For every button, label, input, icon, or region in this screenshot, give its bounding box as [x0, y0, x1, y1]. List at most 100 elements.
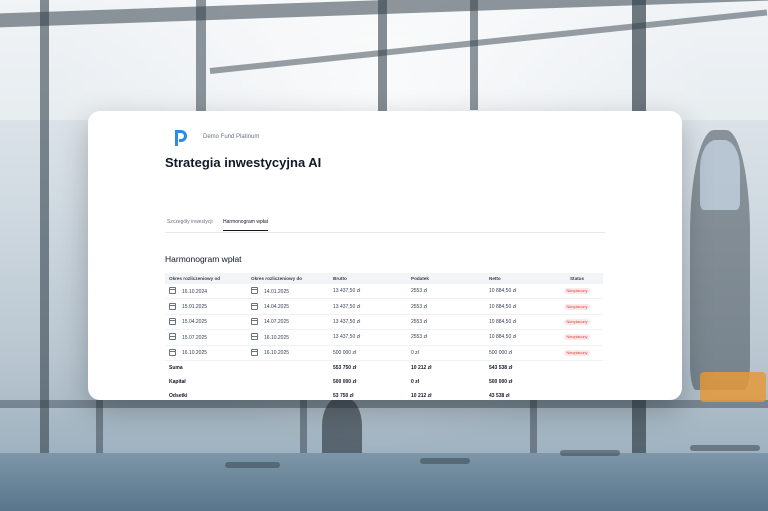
- period-from: 16.10.2025: [182, 350, 208, 357]
- summary-gross: 53 750 zł: [333, 392, 354, 399]
- period-to: 14.04.2025: [264, 303, 290, 310]
- column-header-tax[interactable]: Podatek: [407, 273, 485, 284]
- summary-gross: 553 750 zł: [333, 364, 357, 371]
- summary-tax: 10 212 zł: [411, 392, 432, 399]
- summary-empty: [551, 375, 603, 389]
- period-to-cell: 16.10.2025: [247, 329, 329, 346]
- column-header-from[interactable]: Okres rozliczeniowy od: [165, 273, 247, 284]
- section-title: Harmonogram wpłat: [165, 254, 242, 264]
- period-from: 15.07.2025: [182, 334, 208, 341]
- table-row[interactable]: 15.01.2025 14.04.2025 13 437,50 zł 2553 …: [165, 298, 603, 315]
- calendar-icon: [169, 317, 176, 325]
- period-from: 16.10.2024: [182, 288, 208, 295]
- status-cell: Nieopłacony: [551, 345, 603, 361]
- period-to-cell: 14.04.2025: [247, 298, 329, 315]
- net-amount: 10 884,50 zł: [485, 314, 551, 331]
- table-header-row: Okres rozliczeniowy od Okres rozliczenio…: [165, 273, 603, 284]
- window-frame: [40, 0, 49, 511]
- summary-net: 43 538 zł: [489, 392, 510, 399]
- summary-empty: [551, 389, 603, 400]
- table-row[interactable]: 15.04.2025 14.07.2025 13 437,50 zł 2553 …: [165, 314, 603, 331]
- net-amount: 10 884,50 zł: [485, 284, 551, 300]
- net-amount: 500 000 zł: [485, 345, 551, 361]
- window-frame: [0, 400, 768, 408]
- summary-tax: 0 zł: [411, 378, 420, 385]
- summary-gross: 500 000 zł: [333, 378, 357, 385]
- calendar-icon: [169, 302, 176, 310]
- summary-label: Suma: [169, 364, 183, 371]
- chair: [420, 458, 470, 464]
- tax-amount: 0 zł: [407, 345, 485, 361]
- summary-net: 543 538 zł: [489, 364, 513, 371]
- calendar-icon: [169, 348, 176, 356]
- period-to: 14.01.2025: [264, 288, 290, 295]
- summary-tax: 10 212 zł: [411, 364, 432, 371]
- calendar-icon: [251, 348, 258, 356]
- summary-net: 500 000 zł: [489, 378, 513, 385]
- gross-amount: 500 000 zł: [329, 345, 407, 361]
- column-header-net[interactable]: Netto: [485, 273, 551, 284]
- orange-chair: [700, 372, 766, 402]
- status-cell: Nieopłacony: [551, 314, 603, 331]
- status-badge: Nieopłacony: [563, 318, 591, 325]
- summary-empty: [551, 360, 603, 375]
- tab-bar: Szczegóły inwestycji Harmonogram wpłat: [165, 214, 605, 233]
- period-to: 14.07.2025: [264, 319, 290, 326]
- period-to-cell: 16.10.2025: [247, 345, 329, 361]
- summary-row-capital: Kapitał 500 000 zł 0 zł 500 000 zł: [165, 375, 603, 389]
- period-from-cell: 15.07.2025: [165, 329, 247, 346]
- summary-label: Kapitał: [169, 378, 186, 385]
- tab-investment-details[interactable]: Szczegóły inwestycji: [167, 219, 213, 230]
- window-frame: [470, 0, 478, 110]
- gross-amount: 13 437,50 zł: [329, 314, 407, 331]
- column-header-status[interactable]: Status: [551, 273, 603, 284]
- period-from: 15.04.2025: [182, 319, 208, 326]
- table-row[interactable]: 15.07.2025 16.10.2025 13 437,50 zł 2553 …: [165, 329, 603, 346]
- chair: [225, 462, 280, 468]
- brand-p-logo[interactable]: [172, 128, 188, 148]
- status-badge: Nieopłacony: [563, 288, 591, 295]
- period-from-cell: 16.10.2024: [165, 284, 247, 300]
- column-header-gross[interactable]: Brutto: [329, 273, 407, 284]
- period-from: 15.01.2025: [182, 303, 208, 310]
- chair: [690, 445, 760, 451]
- table-row[interactable]: 16.10.2025 16.10.2025 500 000 zł 0 zł 50…: [165, 345, 603, 361]
- summary-label: Odsetki: [169, 392, 188, 399]
- gross-amount: 13 437,50 zł: [329, 329, 407, 346]
- page-title: Strategia inwestycyjna AI: [165, 155, 322, 170]
- status-cell: Nieopłacony: [551, 298, 603, 315]
- gross-amount: 13 437,50 zł: [329, 284, 407, 300]
- schedule-table: Okres rozliczeniowy od Okres rozliczenio…: [165, 273, 603, 400]
- person-shirt: [700, 140, 740, 210]
- app-window: Demo Fund Platinum Strategia inwestycyjn…: [88, 111, 682, 400]
- calendar-icon: [251, 287, 258, 295]
- table-row[interactable]: 16.10.2024 14.01.2025 13 437,50 zł 2553 …: [165, 284, 603, 300]
- tax-amount: 2553 zł: [407, 329, 485, 346]
- tab-payment-schedule[interactable]: Harmonogram wpłat: [223, 219, 269, 231]
- calendar-icon: [169, 333, 176, 341]
- summary-empty: [247, 375, 329, 389]
- period-from-cell: 15.01.2025: [165, 298, 247, 315]
- tax-amount: 2553 zł: [407, 298, 485, 315]
- summary-row-total: Suma 553 750 zł 10 212 zł 543 538 zł: [165, 360, 603, 375]
- tax-amount: 2553 zł: [407, 314, 485, 331]
- gross-amount: 13 437,50 zł: [329, 298, 407, 315]
- status-badge: Nieopłacony: [563, 349, 591, 356]
- net-amount: 10 884,50 zł: [485, 298, 551, 315]
- fund-name: Demo Fund Platinum: [203, 134, 260, 140]
- calendar-icon: [251, 302, 258, 310]
- column-header-to[interactable]: Okres rozliczeniowy do: [247, 273, 329, 284]
- status-badge: Nieopłacony: [563, 334, 591, 341]
- summary-empty: [247, 360, 329, 375]
- summary-empty: [247, 389, 329, 400]
- calendar-icon: [251, 333, 258, 341]
- status-badge: Nieopłacony: [563, 303, 591, 310]
- status-cell: Nieopłacony: [551, 284, 603, 300]
- calendar-icon: [251, 317, 258, 325]
- status-cell: Nieopłacony: [551, 329, 603, 346]
- calendar-icon: [169, 287, 176, 295]
- floor: [0, 453, 768, 511]
- net-amount: 10 884,50 zł: [485, 329, 551, 346]
- period-to-cell: 14.01.2025: [247, 284, 329, 300]
- period-to-cell: 14.07.2025: [247, 314, 329, 331]
